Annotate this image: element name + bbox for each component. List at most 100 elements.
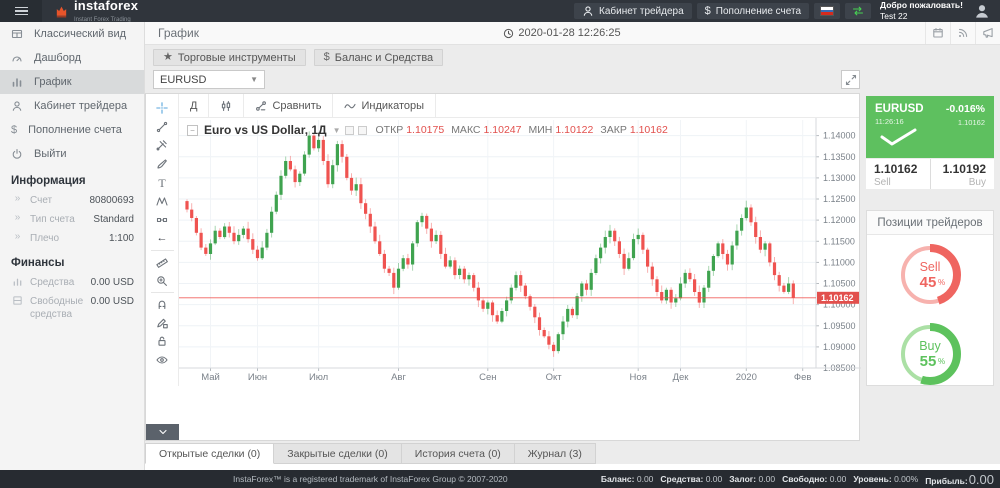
svg-text:1.12000: 1.12000 (823, 215, 856, 225)
svg-text:Авг: Авг (391, 372, 406, 383)
zoom-in-tool[interactable] (146, 271, 179, 290)
sidebar-item-классический-вид[interactable]: Классический вид (0, 22, 144, 46)
xabcd-pattern-tool[interactable] (146, 192, 179, 211)
magnet-tool[interactable] (146, 295, 179, 314)
candlestick-chart[interactable]: 1.085001.090001.095001.100001.105001.110… (179, 118, 861, 386)
sidebar-item-выйти[interactable]: Выйти (0, 142, 144, 166)
chevron-down-icon[interactable]: ▼ (333, 126, 341, 135)
quote-card[interactable]: EURUSD 11:26:16 -0.016% 1.10162 1.10162 … (866, 96, 994, 189)
brush-tool[interactable] (146, 155, 179, 174)
interval-button[interactable]: Д (179, 94, 209, 117)
crosshair-icon (156, 102, 168, 114)
russian-flag-icon (820, 6, 834, 16)
magnet-icon (156, 298, 168, 310)
pitchfork-tool[interactable] (146, 136, 179, 155)
indicators-button[interactable]: Индикаторы (333, 94, 436, 117)
welcome-text: Добро пожаловать!Test 22 (876, 0, 967, 21)
chevron-right-icon: » (11, 213, 24, 223)
logo-name: instaforex (74, 0, 138, 13)
info-value: 0.00 USD (91, 276, 134, 289)
sidebar-item-label: График (34, 76, 72, 88)
svg-text:Июн: Июн (248, 372, 267, 383)
ruler-tool[interactable] (146, 253, 179, 272)
sidebar-item-label: Кабинет трейдера (34, 100, 127, 112)
arrow-left-tool[interactable]: ← (146, 229, 179, 248)
crosshair-tool[interactable] (146, 99, 179, 118)
user-avatar[interactable] (972, 1, 992, 21)
svg-text:Окт: Окт (546, 372, 563, 383)
quote-header[interactable]: EURUSD 11:26:16 -0.016% 1.10162 (866, 96, 994, 158)
trading-instruments-button[interactable]: ★Торговые инструменты (153, 49, 306, 66)
language-flag-button[interactable] (814, 3, 840, 19)
stat-средства: Средства: 0.00 (660, 474, 722, 484)
calendar-icon (932, 27, 944, 39)
svg-text:%: % (938, 357, 945, 366)
xabcd-pattern-icon (156, 195, 168, 207)
lock-icon (156, 335, 168, 347)
trader-cabinet-button[interactable]: Кабинет трейдера (574, 3, 692, 19)
chart-toolbar: Д Сравнить Индикаторы (179, 94, 859, 118)
toolbar-label: Индикаторы (361, 100, 424, 112)
svg-text:Ноя: Ноя (630, 372, 647, 383)
sidebar-info-row: »Счет80800693 (0, 191, 144, 210)
compare-icon (255, 100, 267, 112)
tab-closed-trades[interactable]: Закрытые сделки (0) (274, 443, 401, 464)
eye-tool[interactable] (146, 351, 179, 370)
balance-funds-button[interactable]: $Баланс и Средства (314, 49, 444, 66)
legend-collapse-icon[interactable]: − (187, 125, 198, 136)
page-header: График 2020-01-28 12:26:25 (145, 22, 1000, 45)
sidebar-item-график[interactable]: График (0, 70, 144, 94)
tab-account-history[interactable]: История счета (0) (402, 443, 515, 464)
tools-divider (151, 250, 174, 251)
toolbar-label: Сравнить (272, 100, 321, 112)
sell-button[interactable]: 1.10162 Sell (866, 159, 930, 189)
bottom-tabs: Открытые сделки (0)Закрытые сделки (0)Ис… (145, 443, 596, 464)
lock-tool[interactable] (146, 332, 179, 351)
sidebar-item-кабинет-трейдера[interactable]: Кабинет трейдера (0, 94, 144, 118)
exchange-button[interactable] (845, 3, 871, 19)
rss-button[interactable] (950, 22, 975, 44)
logo-mark-icon (54, 4, 69, 19)
stat-баланс: Баланс: 0.00 (601, 474, 654, 484)
menu-toggle-button[interactable] (0, 0, 42, 22)
chart-legend: − Euro vs US Dollar, 1Д ▼ ОТКР1.10175 МА… (187, 123, 672, 137)
deposit-button[interactable]: $Пополнение счета (697, 3, 809, 19)
drawing-lock-tool[interactable] (146, 314, 179, 333)
sidebar-item-пополнение-счета[interactable]: $Пополнение счета (0, 118, 144, 142)
svg-text:55: 55 (920, 353, 937, 370)
symbol-select[interactable]: EURUSD ▼ (153, 70, 265, 89)
forecast-tool[interactable] (146, 211, 179, 230)
ohlc-readout: ОТКР1.10175 МАКС1.10247 МИН1.10122 ЗАКР1… (376, 124, 672, 136)
star-icon: ★ (163, 52, 173, 63)
chevron-down-icon (157, 426, 169, 438)
svg-text:1.14000: 1.14000 (823, 131, 856, 141)
tab-open-trades[interactable]: Открытые сделки (0) (145, 443, 274, 464)
text-tool-icon: T (158, 177, 165, 189)
trendline-tool[interactable] (146, 118, 179, 137)
tab-journal[interactable]: Журнал (3) (515, 443, 596, 464)
fullscreen-button[interactable] (841, 70, 860, 89)
button-label: Баланс и Средства (335, 52, 433, 64)
instaforex-trading-app: instaforex Instant Forex Trading Кабинет… (0, 0, 1000, 488)
top-bar: instaforex Instant Forex Trading Кабинет… (0, 0, 1000, 22)
compare-button[interactable]: Сравнить (244, 94, 333, 117)
drawing-tools-column: T← (146, 94, 179, 386)
svg-text:%: % (938, 278, 945, 287)
buy-label: Buy (939, 177, 987, 188)
text-tool-tool[interactable]: T (146, 173, 179, 192)
tools-collapse-button[interactable] (146, 424, 179, 440)
legend-option-icon[interactable] (345, 126, 354, 135)
svg-text:Фев: Фев (794, 372, 812, 383)
chart-type-button[interactable] (209, 94, 244, 117)
legend-option-icon[interactable] (358, 126, 367, 135)
megaphone-button[interactable] (975, 22, 1000, 44)
buy-button[interactable]: 1.10192 Buy (931, 159, 995, 189)
status-bar: InstaForex™ is a registered trademark of… (0, 470, 1000, 488)
rss-icon (957, 27, 969, 39)
sidebar-item-дашборд[interactable]: Дашборд (0, 46, 144, 70)
sidebar-info-row: Свободные средства0.00 USD (0, 292, 144, 324)
sell-price: 1.10162 (874, 162, 922, 176)
svg-text:Buy: Buy (919, 339, 941, 353)
calendar-button[interactable] (925, 22, 950, 44)
grid-icon (11, 28, 23, 40)
